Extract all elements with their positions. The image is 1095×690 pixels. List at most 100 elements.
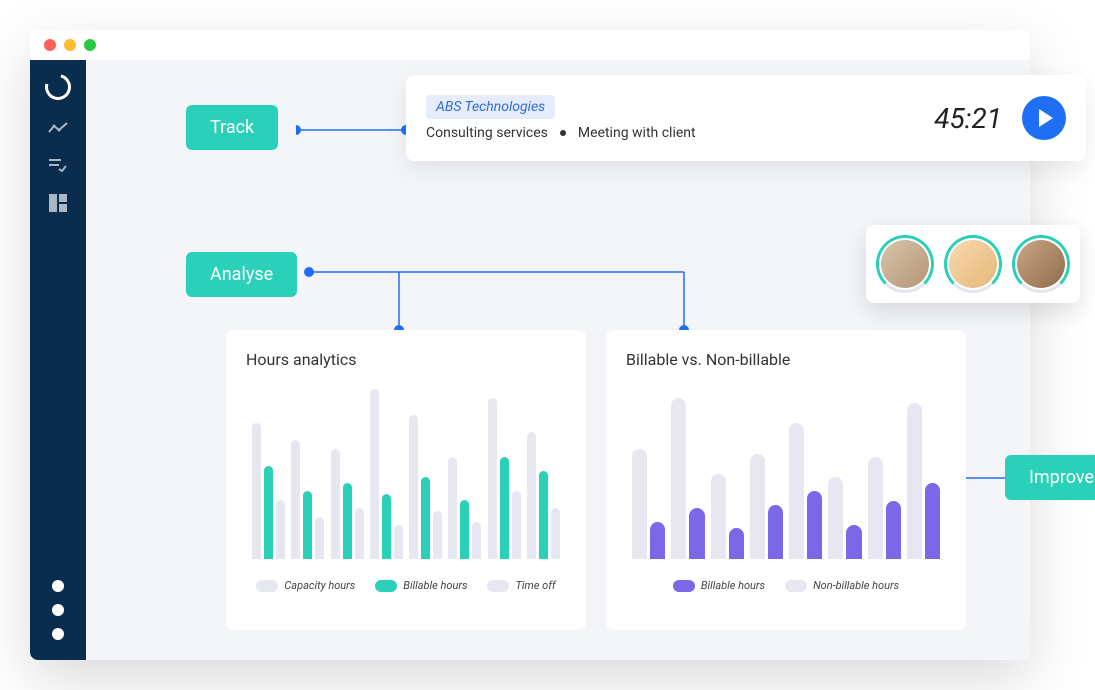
nav-more	[52, 580, 64, 640]
bar	[409, 415, 418, 560]
main-area: Track Analyse ABS Technologies Consultin…	[86, 60, 1030, 660]
bar	[460, 500, 469, 560]
tracker-info: ABS Technologies Consulting services Mee…	[426, 95, 934, 141]
bar	[315, 517, 324, 560]
bar	[789, 423, 804, 559]
bar-group	[789, 389, 822, 559]
legend-item: Time off	[487, 579, 555, 592]
legend-swatch-icon	[785, 580, 807, 592]
avatar	[1017, 240, 1065, 288]
bar	[729, 528, 744, 559]
avatar-progress-ring[interactable]	[1012, 235, 1070, 293]
hours-analytics-card: Hours analytics Capacity hours Billable …	[226, 330, 586, 630]
bar	[472, 522, 481, 559]
bar	[828, 477, 843, 559]
bar	[252, 423, 261, 559]
track-tag: Track	[186, 105, 278, 150]
bar	[768, 505, 783, 559]
app-window: Track Analyse ABS Technologies Consultin…	[30, 30, 1030, 660]
legend-label: Time off	[515, 579, 555, 592]
legend-swatch-icon	[673, 580, 695, 592]
bar-group	[448, 389, 481, 559]
legend-label: Billable hours	[701, 579, 765, 592]
bar	[331, 449, 340, 560]
analyse-tag: Analyse	[186, 252, 297, 297]
bar	[539, 471, 548, 559]
improve-tag: Improve	[1005, 455, 1095, 500]
tracker-service: Consulting services	[426, 125, 548, 141]
team-avatars-card	[866, 225, 1080, 303]
bar	[343, 483, 352, 560]
bar	[632, 449, 647, 560]
legend-label: Non-billable hours	[813, 579, 899, 592]
bar-group	[409, 389, 442, 559]
hours-bars	[246, 389, 566, 559]
legend-item: Capacity hours	[256, 579, 355, 592]
bar	[925, 483, 940, 560]
close-window-icon[interactable]	[44, 39, 56, 51]
bar	[303, 491, 312, 559]
legend-swatch-icon	[487, 580, 509, 592]
bar-group	[868, 389, 901, 559]
bar	[671, 398, 686, 560]
legend-item: Billable hours	[375, 579, 467, 592]
avatar-progress-ring[interactable]	[876, 235, 934, 293]
hours-legend: Capacity hours Billable hours Time off	[246, 579, 566, 592]
bar-group	[370, 389, 403, 559]
analytics-icon[interactable]	[48, 122, 68, 136]
bar-group	[711, 389, 744, 559]
avatar	[881, 240, 929, 288]
avatar-progress-ring[interactable]	[944, 235, 1002, 293]
bar	[868, 457, 883, 559]
nav-dot[interactable]	[52, 628, 64, 640]
bar	[500, 457, 509, 559]
chart-title: Billable vs. Non-billable	[626, 350, 946, 369]
bar-group	[750, 389, 783, 559]
app-logo-icon[interactable]	[40, 69, 76, 105]
legend-swatch-icon	[375, 580, 397, 592]
chart-title: Hours analytics	[246, 350, 566, 369]
bar-group	[252, 389, 285, 559]
bar	[650, 522, 665, 559]
bar	[807, 491, 822, 559]
bar-group	[291, 389, 324, 559]
billable-card: Billable vs. Non-billable Billable hours…	[606, 330, 966, 630]
app-body: Track Analyse ABS Technologies Consultin…	[30, 60, 1030, 660]
bar-group	[331, 389, 364, 559]
play-icon	[1039, 109, 1053, 127]
window-titlebar	[30, 30, 1030, 60]
nav-dot[interactable]	[52, 604, 64, 616]
bar	[370, 389, 379, 559]
bar	[711, 474, 726, 559]
client-badge: ABS Technologies	[426, 95, 555, 119]
nav-dot[interactable]	[52, 580, 64, 592]
bar	[382, 494, 391, 559]
bar	[448, 457, 457, 559]
bar	[355, 508, 364, 559]
connector-track	[296, 120, 416, 140]
bar	[264, 466, 273, 560]
bar	[689, 508, 704, 559]
sidebar	[30, 60, 86, 660]
billable-legend: Billable hours Non-billable hours	[626, 579, 946, 592]
bar	[886, 501, 901, 559]
maximize-window-icon[interactable]	[84, 39, 96, 51]
minimize-window-icon[interactable]	[64, 39, 76, 51]
bar	[750, 454, 765, 559]
dashboard-icon[interactable]	[49, 194, 67, 212]
bar-group	[527, 389, 560, 559]
bar	[527, 432, 536, 560]
bar	[512, 491, 521, 559]
tracker-detail: Consulting services Meeting with client	[426, 125, 934, 141]
tracker-card: ABS Technologies Consulting services Mee…	[406, 75, 1086, 161]
timer-display: 45:21	[934, 102, 1002, 135]
legend-label: Billable hours	[403, 579, 467, 592]
play-button[interactable]	[1022, 96, 1066, 140]
legend-item: Non-billable hours	[785, 579, 899, 592]
bar	[276, 500, 285, 560]
tasks-icon[interactable]	[49, 158, 67, 172]
bar-group	[828, 389, 861, 559]
tracker-task: Meeting with client	[578, 125, 696, 141]
bar-group	[907, 389, 940, 559]
bar	[433, 511, 442, 559]
